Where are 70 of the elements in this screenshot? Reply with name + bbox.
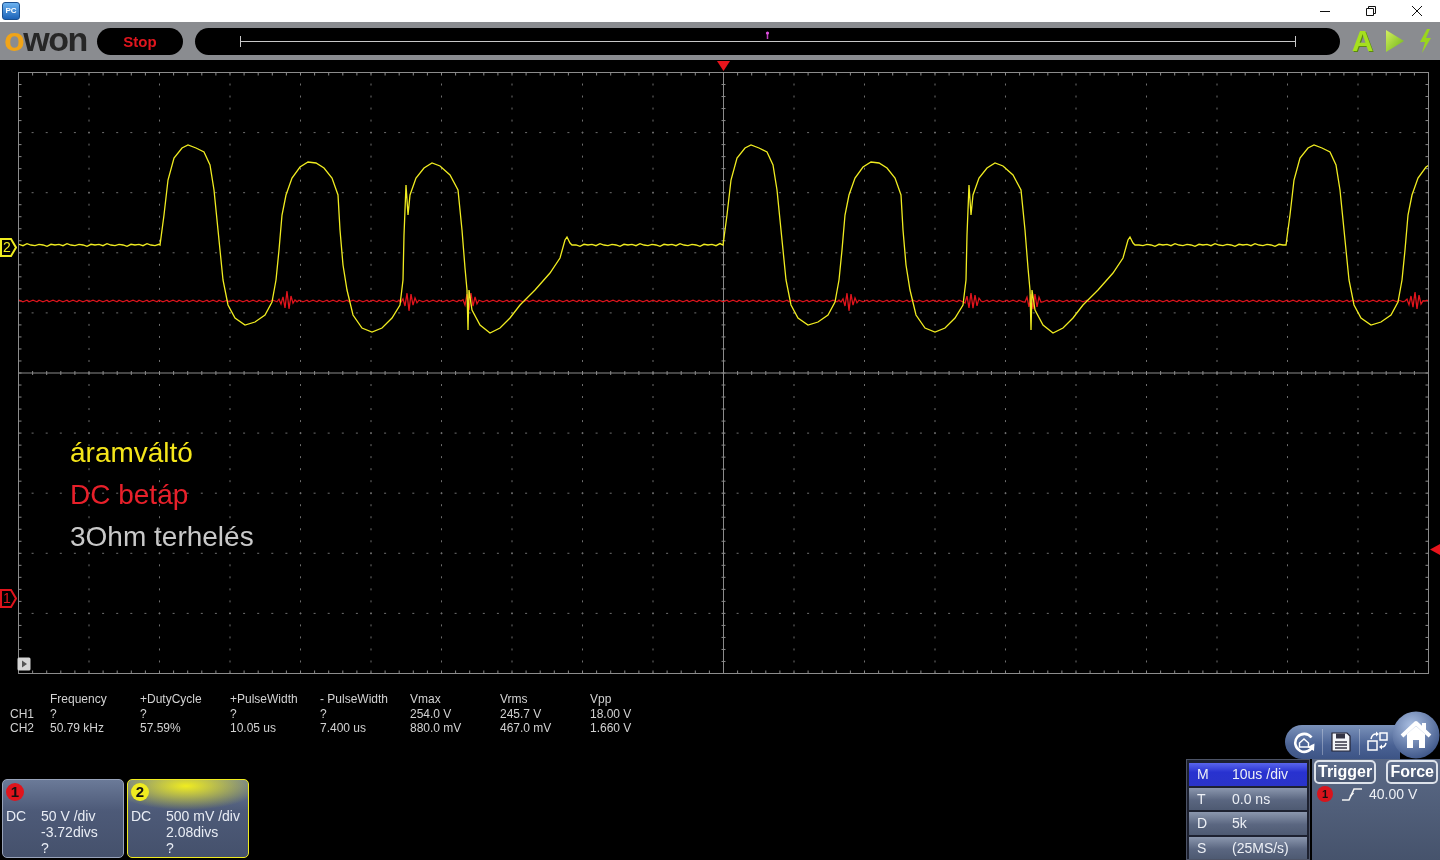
save-icon[interactable]	[1330, 731, 1352, 753]
measurement-label: - PulseWidth	[320, 692, 390, 707]
channel-label: CH1	[10, 706, 35, 721]
measurement-label: +PulseWidth	[230, 692, 299, 707]
measurement-value: 1.660 V	[590, 721, 633, 736]
channel-indicator: 1	[6, 783, 24, 801]
measurement-value: 254.0 V	[410, 706, 453, 721]
channel-marker[interactable]: 1	[0, 589, 17, 608]
channel-indicator: 2	[131, 783, 149, 801]
offset-value: 2.08divs	[166, 824, 220, 840]
trace-label: 3Ohm terhelés	[70, 520, 254, 554]
timebase-row[interactable]: D 5k	[1189, 812, 1307, 835]
trigger-level: 40.00 V	[1369, 786, 1418, 802]
app-logo: PC	[2, 2, 20, 20]
channel-card[interactable]: 2 DC 500 mV /div 2.08divs ?	[127, 779, 249, 858]
close-icon[interactable]	[1412, 6, 1422, 16]
stop-button[interactable]: Stop	[97, 27, 183, 55]
scale-value: 50 V /div	[41, 808, 97, 824]
trace-label: áramváltó	[70, 436, 193, 470]
home-refresh-icon[interactable]	[1291, 730, 1316, 754]
timebase-key: S	[1197, 839, 1232, 856]
scale-value: 500 mV /div	[166, 808, 241, 824]
measurement-label: Vpp	[590, 692, 613, 707]
channel-marker[interactable]: 2	[0, 238, 17, 257]
measurement-value: 18.00 V	[590, 706, 633, 721]
timebase-row[interactable]: T 0.0 ns	[1189, 787, 1307, 810]
measurement-value: 467.0 mV	[500, 721, 553, 736]
timebase-value: 10us /div	[1232, 766, 1289, 783]
measurement-value: ?	[140, 706, 148, 721]
measurement-label: Frequency	[50, 692, 108, 707]
channel-card[interactable]: 1 DC 50 V /div -3.72divs ?	[2, 779, 124, 858]
probe-value: ?	[41, 840, 50, 856]
swap-windows-icon[interactable]	[1366, 731, 1390, 753]
timebase-key: M	[1197, 766, 1232, 783]
timebase-key: T	[1197, 790, 1232, 807]
measurement-value: 7.400 us	[320, 721, 368, 736]
trace-label: DC betáp	[70, 478, 189, 512]
measurement-label: +DutyCycle	[140, 692, 203, 707]
measurement-value: 880.0 mV	[410, 721, 463, 736]
triangle-marker-icon[interactable]	[1430, 544, 1440, 555]
timebase-row[interactable]: M 10us /div	[1189, 763, 1307, 786]
measurement-value: ?	[320, 706, 328, 721]
measurement-value: ?	[230, 706, 238, 721]
offset-value: -3.72divs	[41, 824, 99, 840]
rising-edge-icon	[1341, 786, 1363, 802]
probe-value: ?	[166, 840, 175, 856]
coupling-label: DC	[6, 808, 28, 824]
play-icon[interactable]	[17, 657, 31, 671]
coupling-label: DC	[131, 808, 153, 824]
home-icon[interactable]	[1392, 711, 1440, 759]
timebase-value: 5k	[1232, 815, 1247, 832]
timebase-key: D	[1197, 815, 1232, 832]
measurement-value: 57.59%	[140, 721, 182, 736]
force-button[interactable]: Force	[1386, 760, 1438, 784]
measurement-value: ?	[50, 706, 58, 721]
measurement-value: 10.05 us	[230, 721, 278, 736]
timebase-row[interactable]: S (25MS/s)	[1189, 836, 1307, 859]
channel-label: CH2	[10, 721, 35, 736]
measurement-label: Vrms	[500, 692, 529, 707]
position-marker-icon	[765, 30, 770, 40]
measurement-label: Vmax	[410, 692, 442, 707]
measurement-value: 50.79 kHz	[50, 721, 106, 736]
channel-indicator: 1	[1317, 786, 1333, 802]
trigger-button[interactable]: Trigger	[1314, 760, 1377, 784]
brand-logo: owon	[4, 23, 88, 54]
triangle-marker-icon[interactable]	[717, 61, 730, 71]
timebase-value: (25MS/s)	[1232, 839, 1289, 856]
measurement-value: 245.7 V	[500, 706, 543, 721]
timebase-value: 0.0 ns	[1232, 790, 1271, 807]
restore-icon[interactable]	[1366, 6, 1376, 16]
